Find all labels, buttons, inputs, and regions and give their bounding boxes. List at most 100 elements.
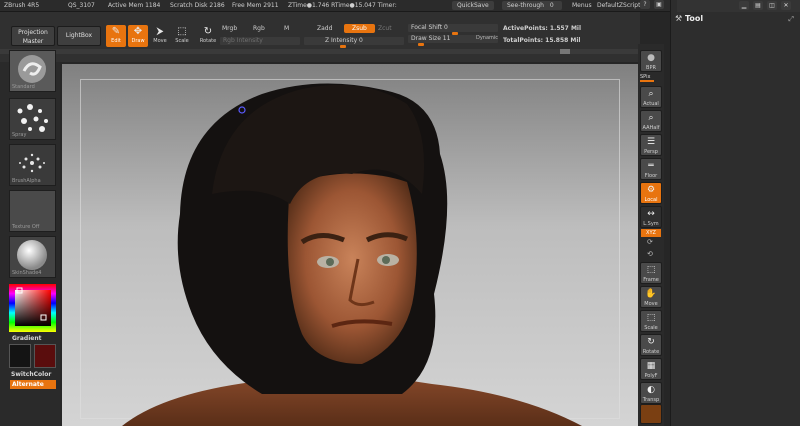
spix-slider[interactable]: SPix (640, 74, 662, 83)
status-bar: ZBrush 4R5 QS_3107 Active Mem 1184 Scrat… (0, 0, 670, 12)
bpr-label: BPR (646, 65, 656, 71)
menus-toggle[interactable]: Menus (572, 0, 592, 12)
m-toggle[interactable]: M (284, 25, 289, 32)
help-icon[interactable]: ? (640, 0, 650, 9)
lsym-button[interactable]: ↔ L.Sym (640, 206, 662, 228)
actual-button[interactable]: ⌕ Actual (640, 86, 662, 108)
layout-icon[interactable]: ▣ (654, 0, 664, 9)
main-color-swatch[interactable] (9, 344, 31, 368)
alpha-thumbnail[interactable]: BrushAlpha (9, 144, 56, 186)
panel-collapse-icon[interactable]: ⤢ (788, 15, 794, 24)
material-name: SkinShade4 (12, 270, 42, 276)
toolbar-divider (0, 49, 640, 54)
move-mode-button[interactable]: ⮞ Move (150, 25, 170, 47)
stroke-thumbnail[interactable]: Spray (9, 98, 56, 140)
floor-button[interactable]: ═ Floor (640, 158, 662, 180)
draw-mode-button[interactable]: ✥ Draw (128, 25, 148, 47)
xyz-toggle[interactable]: XYZ (641, 229, 661, 237)
top-toolbar: Projection Master LightBox ✎ Edit ✥ Draw… (0, 12, 640, 62)
edit-mode-button[interactable]: ✎ Edit (106, 25, 126, 47)
see-through-slider[interactable]: See-through 0 (502, 1, 562, 10)
switch-color-button[interactable]: SwitchColor (11, 371, 51, 378)
secondary-color-swatch[interactable] (34, 344, 56, 368)
rotate-mode-button[interactable]: ↻ Rotate (196, 25, 220, 47)
sculpted-head-model (122, 83, 582, 426)
move-label: Move (153, 38, 167, 44)
z-intensity-knob[interactable] (340, 45, 346, 48)
polyf-button[interactable]: ▦ PolyF (640, 358, 662, 380)
rotate-y-icon[interactable]: ⟲ (647, 250, 653, 258)
transp-button[interactable]: ◐ Transp (640, 382, 662, 404)
app-version: ZBrush 4R5 (4, 2, 40, 9)
aahalf-button[interactable]: ⌕ AAHalf (640, 110, 662, 132)
default-zscript[interactable]: DefaultZScript (597, 0, 640, 12)
floor-grid-icon: ═ (648, 161, 654, 171)
minimize-icon[interactable]: ▁ (739, 1, 749, 10)
mrgb-toggle[interactable]: Mrgb (222, 25, 237, 32)
edit-icon: ✎ (111, 26, 121, 37)
local-button[interactable]: ⚙ Local (640, 182, 662, 204)
left-shelf: Standard Spray BrushAlpha Texture Off Sk… (0, 50, 60, 426)
active-memory: Active Mem 1184 (108, 2, 161, 9)
draw-size-knob[interactable] (418, 43, 424, 46)
toolbar-scroll-handle[interactable] (560, 49, 570, 54)
persp-label: Persp (644, 149, 658, 155)
brush-thumbnail[interactable]: Standard (9, 50, 56, 92)
floor-label: Floor (644, 173, 658, 179)
document-name: QS_3107 (68, 2, 95, 9)
draw-label: Draw (131, 38, 145, 44)
color-picker[interactable] (9, 284, 56, 332)
ghost-button[interactable] (640, 404, 662, 424)
polyf-label: PolyF (644, 373, 658, 379)
zcut-toggle[interactable]: Zcut (378, 25, 392, 32)
frame-button[interactable]: ⬚ Frame (640, 262, 662, 284)
bpr-button[interactable]: ● BPR (640, 50, 662, 72)
rotate-view-button[interactable]: ↻ Rotate (640, 334, 662, 356)
tool-panel-header[interactable]: ⚒ Tool (675, 14, 799, 26)
see-through-label: See-through (507, 2, 544, 9)
rotate-label: Rotate (199, 38, 217, 44)
rotate-axis-icon[interactable]: ⟳ (647, 238, 653, 246)
gradient-label[interactable]: Gradient (12, 335, 42, 342)
transp-label: Transp (642, 397, 660, 403)
focal-shift-slider[interactable]: Focal Shift 0 (408, 24, 498, 35)
z-intensity-slider[interactable]: Z Intensity 0 (304, 37, 404, 48)
scale-label: Scale (175, 38, 189, 44)
focal-shift-label: Focal Shift 0 (411, 24, 448, 31)
zadd-toggle[interactable]: Zadd (317, 25, 332, 32)
rgb-intensity-slider[interactable]: Rgb Intensity (220, 37, 300, 45)
material-thumbnail[interactable]: SkinShade4 (9, 236, 56, 278)
brush-name: Standard (12, 84, 35, 90)
magnifier-icon: ⌕ (648, 89, 654, 99)
move-view-label: Move (644, 301, 658, 307)
move-icon: ⮞ (156, 26, 164, 37)
restore-icon[interactable]: ◫ (767, 1, 777, 10)
dynamic-toggle[interactable]: Dynamic (476, 35, 498, 41)
scale-view-button[interactable]: ⬚ Scale (640, 310, 662, 332)
scratch-disk: Scratch Disk 2186 (170, 2, 225, 9)
move-view-button[interactable]: ✋ Move (640, 286, 662, 308)
edit-label: Edit (111, 38, 121, 44)
scale-view-label: Scale (644, 325, 658, 331)
lightbox-button[interactable]: LightBox (57, 26, 101, 46)
alternate-button[interactable]: Alternate (10, 380, 56, 389)
rgb-intensity-label: Rgb Intensity (223, 37, 263, 44)
magnifier-half-icon: ⌕ (648, 113, 654, 123)
active-points: ActivePoints: 1.557 Mil (503, 25, 582, 32)
close-icon[interactable]: ✕ (781, 1, 791, 10)
rotate-view-icon: ↻ (647, 337, 655, 347)
z-intensity-label: Z Intensity 0 (325, 37, 363, 44)
lock-icon[interactable]: ▤ (753, 1, 763, 10)
draw-icon: ✥ (133, 26, 143, 37)
scale-mode-button[interactable]: ⬚ Scale (172, 25, 192, 47)
persp-button[interactable]: ☰ Persp (640, 134, 662, 156)
document-canvas[interactable] (62, 64, 638, 426)
quicksave-button[interactable]: QuickSave (452, 1, 494, 10)
timing-readout: ZTime●1.746 RTime●15.047 Timer: (288, 2, 397, 9)
frame-label: Frame (643, 277, 659, 283)
rgb-toggle[interactable]: Rgb (253, 25, 265, 32)
rotate-icon: ↻ (203, 26, 213, 37)
projection-master-button[interactable]: Projection Master (11, 26, 55, 46)
zsub-toggle[interactable]: Zsub (344, 24, 375, 33)
texture-thumbnail[interactable]: Texture Off (9, 190, 56, 232)
